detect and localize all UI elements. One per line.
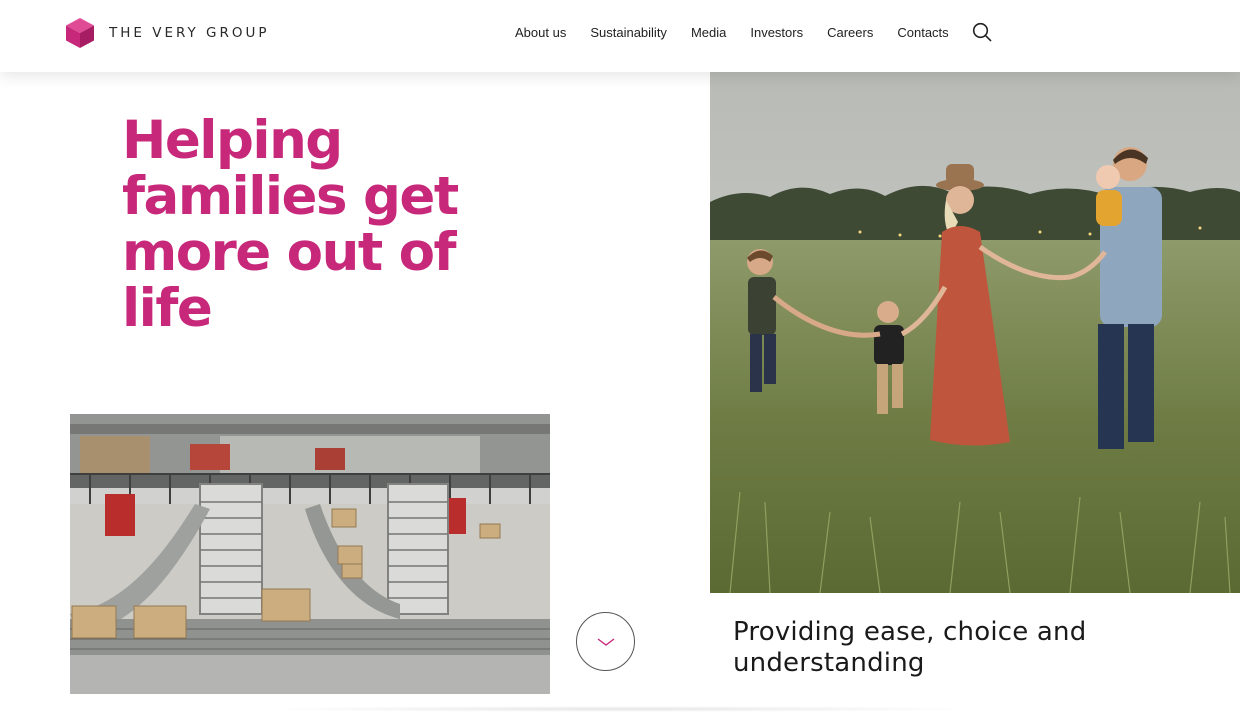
nav-sustainability[interactable]: Sustainability (590, 23, 667, 43)
logo-link[interactable]: THE VERY GROUP (65, 17, 270, 49)
nav-media[interactable]: Media (691, 23, 726, 43)
chevron-down-icon (597, 638, 615, 646)
hero-tagline: Providing ease, choice and understanding (733, 617, 1087, 678)
nav-careers[interactable]: Careers (827, 23, 873, 43)
nav-about-us[interactable]: About us (515, 23, 566, 43)
hero-headline: Helping families get more out of life (122, 110, 459, 339)
cube-logo-icon (66, 18, 94, 48)
site-header: THE VERY GROUP About us Sustainability M… (0, 0, 1240, 72)
nav-contacts[interactable]: Contacts (897, 23, 948, 43)
family-walking-field-photo (710, 72, 1240, 593)
brand-name: THE VERY GROUP (109, 25, 270, 41)
nav-investors[interactable]: Investors (750, 23, 803, 43)
scroll-down-button[interactable] (576, 612, 635, 671)
bottom-shadow (250, 706, 990, 712)
main-nav: About us Sustainability Media Investors … (515, 22, 992, 43)
search-icon[interactable] (972, 22, 992, 42)
warehouse-conveyor-photo (70, 414, 550, 694)
